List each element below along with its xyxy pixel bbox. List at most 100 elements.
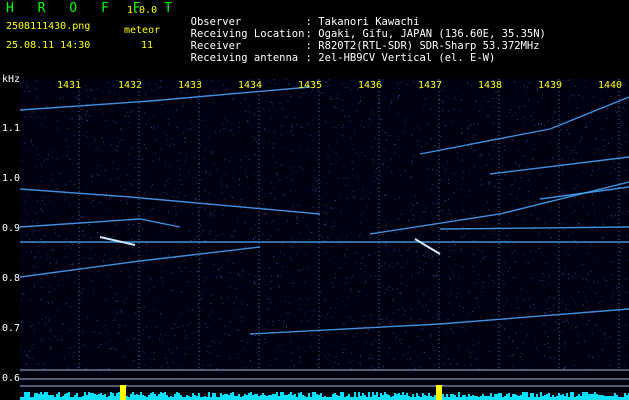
baseline-bar <box>254 394 256 400</box>
baseline-bar <box>94 394 96 400</box>
baseline-bar <box>186 395 188 400</box>
baseline-bar <box>540 392 542 400</box>
baseline-bar <box>368 392 370 400</box>
baseline-bar <box>418 396 420 400</box>
baseline-bar <box>62 396 64 400</box>
signal-trace <box>439 226 629 230</box>
baseline-bar <box>68 392 70 400</box>
baseline-bar <box>140 392 142 400</box>
baseline-bar <box>28 392 30 400</box>
baseline-bar <box>386 394 388 400</box>
baseline-bar <box>472 395 474 400</box>
baseline-bar <box>474 396 476 400</box>
baseline-bar <box>610 396 612 400</box>
baseline-bar <box>384 392 386 400</box>
baseline-bar <box>302 395 304 400</box>
baseline-bar <box>544 395 546 400</box>
baseline-bar <box>470 396 472 400</box>
baseline-bar <box>462 395 464 400</box>
baseline-bar <box>426 396 428 400</box>
baseline-bar <box>308 393 310 400</box>
baseline-bar <box>170 396 172 400</box>
baseline-bar <box>194 395 196 400</box>
baseline-bar <box>508 393 510 400</box>
baseline-bar <box>616 395 618 400</box>
baseline-bar <box>242 396 244 400</box>
baseline-bar <box>158 394 160 400</box>
baseline-bar <box>494 394 496 400</box>
y-tick-label: 0.6 <box>2 373 21 384</box>
baseline-bar <box>264 395 266 400</box>
baseline-bar <box>312 392 314 400</box>
baseline-bar <box>482 394 484 400</box>
baseline-bar <box>324 396 326 400</box>
baseline-bar <box>24 392 26 400</box>
baseline-bar <box>226 394 228 400</box>
baseline-bar <box>314 392 316 400</box>
baseline-bar <box>110 392 112 400</box>
baseline-bar <box>278 396 280 400</box>
baseline-bar <box>468 394 470 400</box>
baseline-bar <box>258 396 260 400</box>
baseline-bar <box>266 396 268 400</box>
baseline-bar <box>406 393 408 400</box>
baseline-bar <box>582 392 584 400</box>
baseline-bar <box>450 394 452 400</box>
x-tick-label: 1439 <box>538 80 563 91</box>
baseline-bar <box>148 395 150 400</box>
baseline-bar <box>446 394 448 400</box>
baseline-bar <box>522 392 524 400</box>
baseline-bar <box>364 395 366 400</box>
baseline-bar <box>400 395 402 400</box>
baseline-bar <box>334 393 336 400</box>
baseline-bar <box>612 396 614 400</box>
baseline-bar <box>118 392 120 400</box>
baseline-bar <box>404 395 406 400</box>
signal-trace <box>20 188 321 215</box>
date-time: 25.08.11 14:30 <box>6 40 91 51</box>
baseline-bar <box>38 394 40 400</box>
baseline-bar <box>586 392 588 400</box>
baseline-bar <box>394 393 396 400</box>
baseline-bar <box>624 393 626 400</box>
meta-value: : 2el-HB9CV Vertical (el. E-W) <box>305 52 496 64</box>
baseline-bar <box>578 394 580 400</box>
baseline-bar <box>382 395 384 400</box>
baseline-bar <box>288 394 290 400</box>
meteor-echo <box>99 236 136 246</box>
baseline-bar <box>34 393 36 400</box>
baseline-bar <box>434 395 436 400</box>
baseline-bar <box>192 393 194 400</box>
baseline-bar <box>270 395 272 400</box>
baseline-bar <box>598 395 600 400</box>
baseline-bar <box>58 392 60 400</box>
baseline-bar <box>36 393 38 400</box>
baseline-bar <box>260 395 262 400</box>
baseline-bar <box>490 393 492 400</box>
baseline-bar <box>282 392 284 400</box>
baseline-bar <box>520 395 522 400</box>
baseline-bar <box>26 392 28 400</box>
baseline-bar <box>486 396 488 400</box>
baseline-bar <box>358 392 360 400</box>
baseline-bar <box>76 393 78 400</box>
baseline-bar <box>156 396 158 400</box>
baseline-bar <box>372 392 374 400</box>
baseline-bar <box>104 394 106 400</box>
baseline-bar <box>560 395 562 400</box>
baseline-bar <box>518 396 520 400</box>
baseline-bar <box>304 396 306 400</box>
baseline-bar <box>572 392 574 400</box>
baseline-bar <box>144 396 146 400</box>
baseline-bar <box>100 393 102 400</box>
baseline-bar <box>132 392 134 400</box>
baseline-bar <box>346 396 348 400</box>
baseline-bar <box>594 392 596 400</box>
baseline-bar <box>164 392 166 400</box>
baseline-bar <box>286 395 288 400</box>
baseline-bar <box>362 393 364 400</box>
baseline-bar <box>558 393 560 400</box>
x-tick-label: 1432 <box>118 80 143 91</box>
baseline-bar <box>348 394 350 400</box>
baseline-bar <box>98 394 100 400</box>
